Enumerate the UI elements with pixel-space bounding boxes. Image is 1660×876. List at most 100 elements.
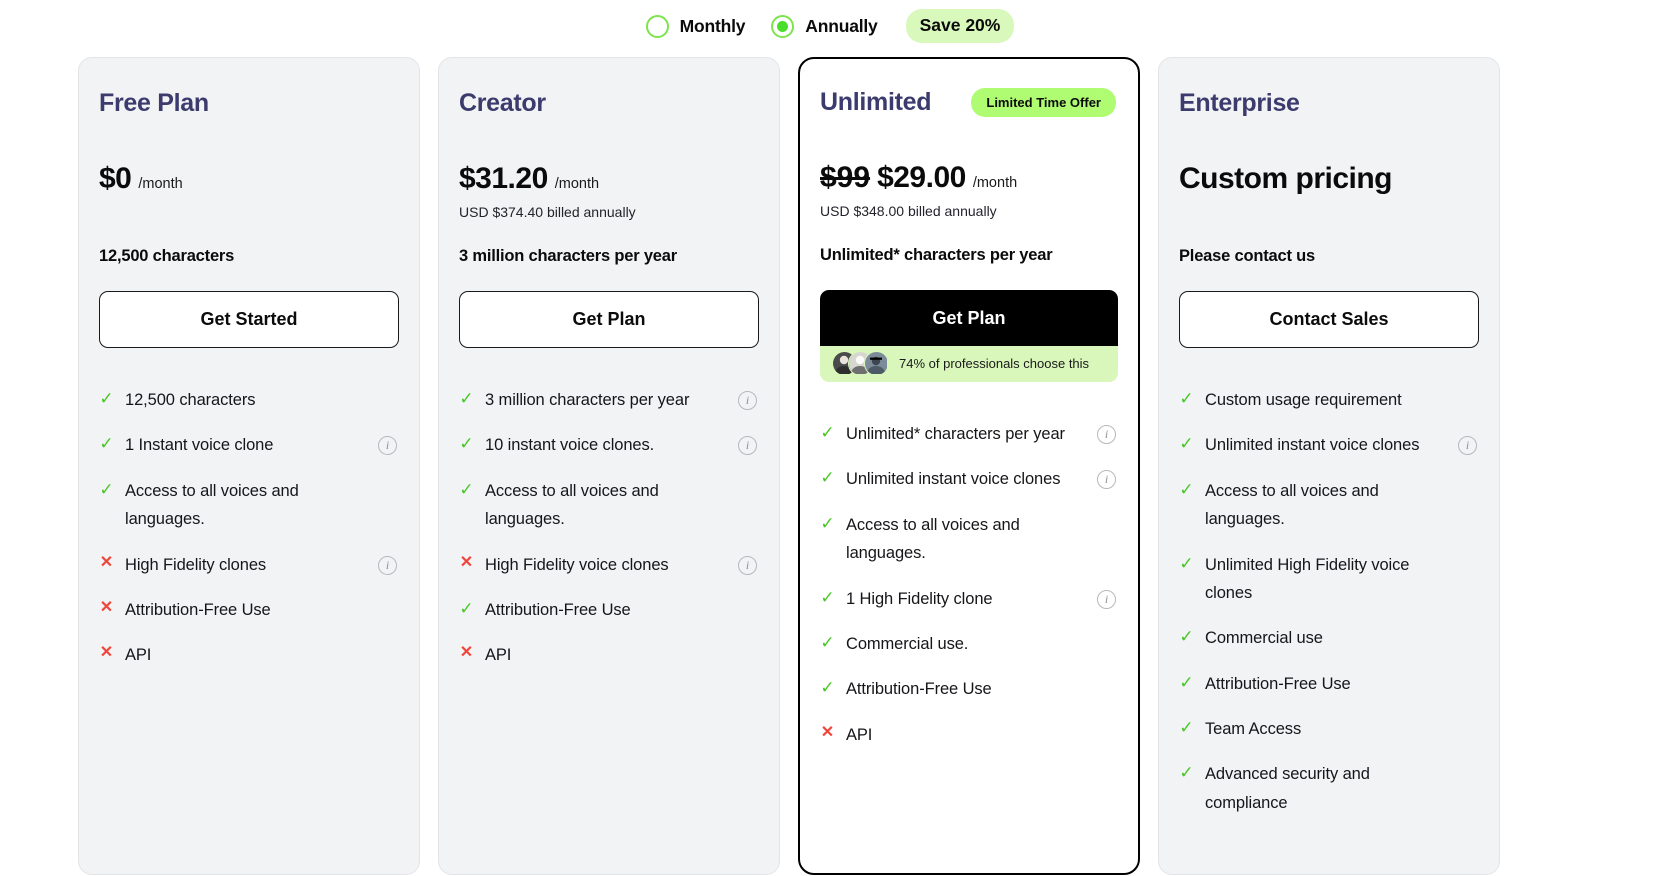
billing-period-toggle: Monthly Annually Save 20% <box>0 0 1660 46</box>
cta-button[interactable]: Contact Sales <box>1179 291 1479 348</box>
card-header: Creator <box>459 88 759 118</box>
feature-list: ✓ 3 million characters per year i ✓ 10 insta… <box>459 386 759 670</box>
info-icon[interactable]: i <box>738 555 757 575</box>
feature-label: API <box>485 646 512 665</box>
check-icon: ✓ <box>99 434 114 454</box>
price-amount: $0 <box>99 162 132 195</box>
cta-wrapper: Get Plan 74% of professionals choose this <box>820 290 1118 382</box>
price-period: /month <box>138 176 183 192</box>
info-icon[interactable]: i <box>1097 470 1116 490</box>
price-period: /month <box>554 176 600 192</box>
info-icon[interactable]: i <box>738 436 757 456</box>
plan-quota: 3 million characters per year <box>459 247 677 265</box>
feature-item: ✓ Commercial use <box>1179 624 1479 652</box>
info-icon[interactable]: i <box>738 391 757 410</box>
feature-list: ✓ Custom usage requirement ✓ Unlimited inst… <box>1179 386 1479 817</box>
feature-item: ✓ Attribution-Free Use <box>820 675 1118 703</box>
cta-button[interactable]: Get Plan <box>459 291 759 348</box>
feature-label: Attribution-Free Use <box>1205 674 1351 693</box>
feature-label: Team Access <box>1205 720 1302 738</box>
check-icon: ✓ <box>820 468 835 488</box>
feature-item: ✓ Access to all voices and languages. <box>459 477 759 534</box>
check-icon: ✓ <box>820 587 835 607</box>
feature-label: Custom usage requirement <box>1205 391 1402 409</box>
price-period: /month <box>972 175 1018 191</box>
social-proof-banner: 74% of professionals choose this <box>820 346 1118 382</box>
pricing-card-creator: Creator $31.20/month USD $374.40 billed an… <box>438 57 780 875</box>
price-line: $0/month <box>99 162 399 196</box>
check-icon: ✓ <box>1179 627 1194 647</box>
feature-label: High Fidelity voice clones <box>485 555 669 574</box>
price-block: $31.20/month USD $374.40 billed annually <box>459 162 759 221</box>
feature-label: API <box>125 646 152 665</box>
check-icon: ✓ <box>1179 672 1194 692</box>
price-original: $99 <box>820 161 871 194</box>
price-block: Custom pricing <box>1179 162 1479 221</box>
info-icon[interactable]: i <box>1097 589 1116 609</box>
check-icon: ✓ <box>1179 389 1194 408</box>
feature-label: 1 High Fidelity clone <box>846 589 993 608</box>
check-icon: ✓ <box>1179 553 1194 573</box>
feature-list: ✓ Unlimited* characters per year i ✓ Unlimit… <box>820 420 1118 749</box>
feature-label: Commercial use <box>1205 629 1323 648</box>
feature-item: ✓ Attribution-Free Use <box>1179 670 1479 698</box>
info-icon[interactable]: i <box>1458 436 1477 456</box>
feature-label: Unlimited High Fidelity voice clones <box>1205 555 1410 602</box>
billing-option-monthly[interactable]: Monthly <box>645 14 746 38</box>
pricing-card-enterprise: Enterprise Custom pricing Please contact u… <box>1158 57 1500 875</box>
feature-item: ✓ Unlimited* characters per year i <box>820 420 1118 448</box>
feature-item: ✓ Team Access <box>1179 715 1479 743</box>
radio-annually[interactable] <box>771 14 795 38</box>
feature-item: ✓ Commercial use. <box>820 630 1118 658</box>
feature-label: 1 Instant voice clone <box>125 436 274 455</box>
info-icon[interactable]: i <box>1097 425 1116 444</box>
social-proof-text: 74% of professionals choose this <box>899 356 1090 371</box>
check-icon: ✓ <box>99 479 114 499</box>
billing-option-monthly-label: Monthly <box>679 15 746 36</box>
pricing-cards: Free Plan $0/month 12,500 characters Get St… <box>0 46 1660 875</box>
cross-icon: ✕ <box>459 644 474 662</box>
billed-annually-note <box>1179 204 1479 221</box>
plan-name: Unlimited <box>820 87 932 116</box>
cta-button[interactable]: Get Plan <box>820 290 1118 346</box>
feature-item: ✕ Attribution-Free Use <box>99 596 399 624</box>
avatar <box>864 351 889 376</box>
radio-monthly[interactable] <box>645 14 669 38</box>
feature-label: Attribution-Free Use <box>125 600 271 619</box>
billing-option-annually[interactable]: Annually <box>771 14 878 38</box>
plan-name: Creator <box>459 88 546 117</box>
feature-label: Access to all voices and languages. <box>485 481 659 529</box>
feature-item: ✓ Access to all voices and languages. <box>1179 477 1479 534</box>
cross-icon: ✕ <box>99 598 114 616</box>
feature-label: Unlimited instant voice clones <box>846 470 1061 489</box>
feature-label: Attribution-Free Use <box>846 680 992 699</box>
cross-icon: ✕ <box>459 553 474 571</box>
cta-button[interactable]: Get Started <box>99 291 399 348</box>
feature-item: ✓ 1 Instant voice clone i <box>99 431 399 459</box>
check-icon: ✓ <box>1179 434 1194 454</box>
feature-item: ✕ API <box>99 641 399 669</box>
card-header: Enterprise <box>1179 88 1479 118</box>
feature-item: ✕ API <box>820 721 1118 749</box>
feature-label: Unlimited* characters per year <box>846 425 1065 443</box>
billed-annually-note: USD $374.40 billed annually <box>459 204 636 220</box>
cta-wrapper: Contact Sales <box>1179 291 1479 348</box>
check-icon: ✓ <box>459 479 474 499</box>
check-icon: ✓ <box>820 513 835 533</box>
check-icon: ✓ <box>99 389 114 408</box>
check-icon: ✓ <box>459 434 474 454</box>
check-icon: ✓ <box>1179 763 1194 783</box>
info-icon[interactable]: i <box>378 555 397 575</box>
plan-name: Enterprise <box>1179 88 1300 117</box>
feature-item: ✓ Unlimited instant voice clones i <box>820 465 1118 493</box>
feature-item: ✓ Advanced security and compliance <box>1179 760 1479 817</box>
feature-label: High Fidelity clones <box>125 555 267 574</box>
feature-list: ✓ 12,500 characters ✓ 1 Instant voice clone… <box>99 386 399 670</box>
price-block: $0/month <box>99 162 399 221</box>
plan-quota: Please contact us <box>1179 247 1315 265</box>
card-header: Free Plan <box>99 88 399 118</box>
feature-label: Access to all voices and languages. <box>125 481 299 529</box>
feature-label: Unlimited instant voice clones <box>1205 436 1420 455</box>
check-icon: ✓ <box>1179 479 1194 499</box>
info-icon[interactable]: i <box>378 436 397 456</box>
